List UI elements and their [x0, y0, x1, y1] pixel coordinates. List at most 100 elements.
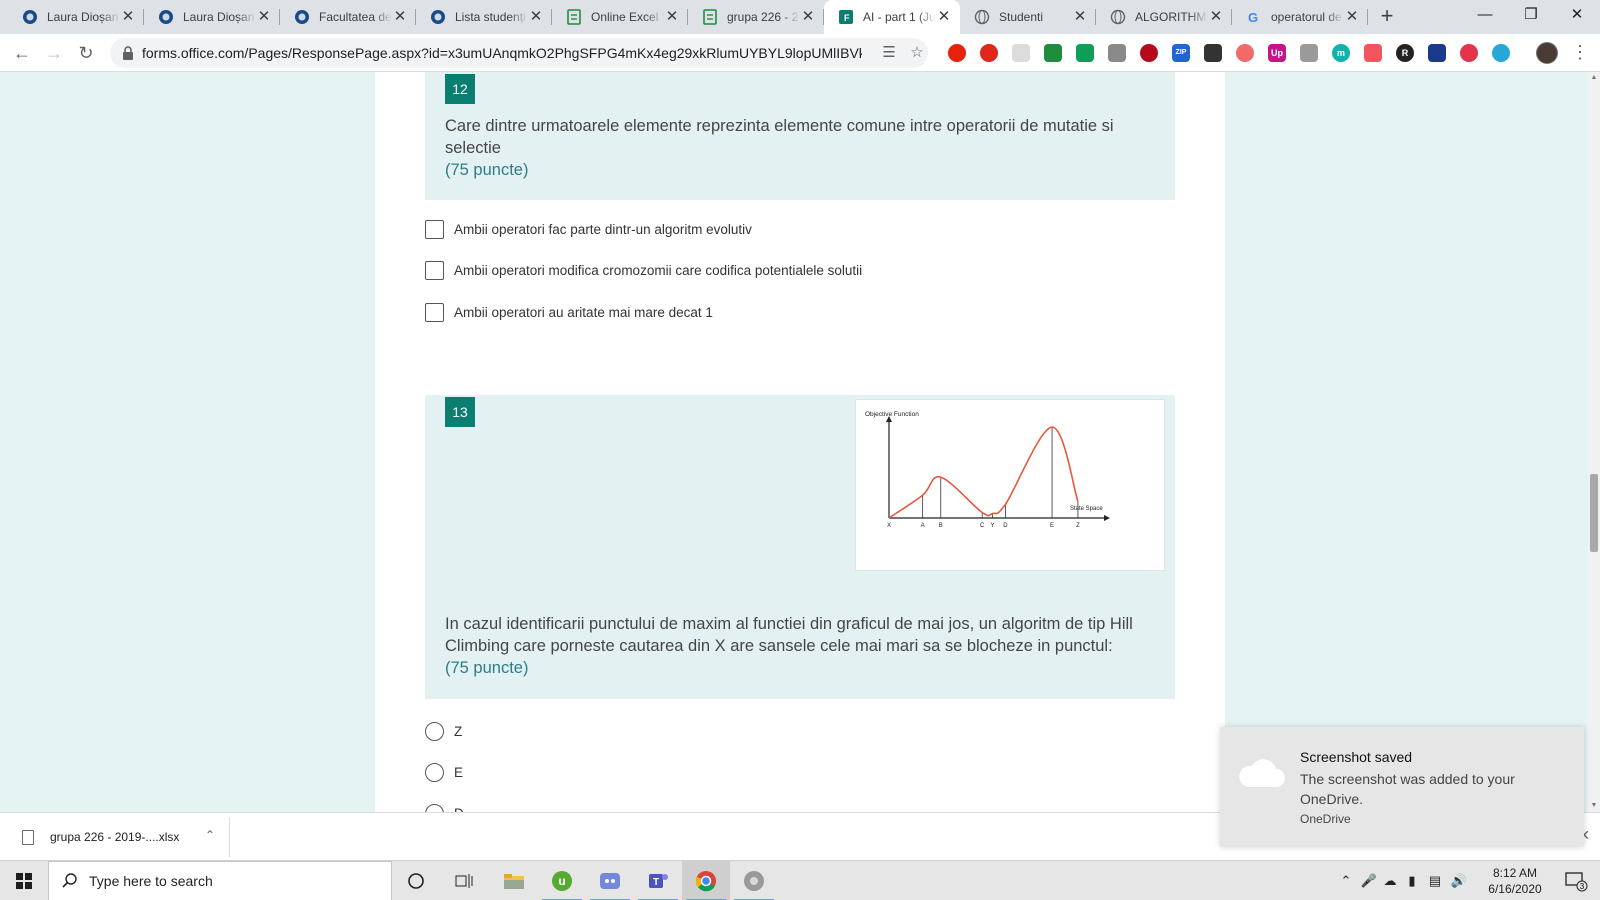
vertical-scrollbar[interactable]: ▲ ▼ — [1588, 72, 1600, 812]
windows-logo-icon — [16, 873, 32, 889]
chrome-icon[interactable] — [682, 861, 730, 900]
tab-close-icon[interactable]: ✕ — [120, 9, 136, 25]
task-view-icon[interactable] — [440, 861, 488, 900]
tab-close-icon[interactable]: ✕ — [1072, 9, 1088, 25]
browser-tab[interactable]: ALGORITHMI ✕ — [1096, 0, 1232, 34]
browser-tab[interactable]: Laura Dioșan ✕ — [144, 0, 280, 34]
tab-close-icon[interactable]: ✕ — [1344, 9, 1360, 25]
menu-kebab-icon[interactable]: ⋮ — [1570, 41, 1590, 65]
address-bar[interactable]: forms.office.com/Pages/ResponsePage.aspx… — [110, 38, 928, 68]
tab-close-icon[interactable]: ✕ — [256, 9, 272, 25]
option-radio[interactable]: E — [425, 763, 463, 782]
option-label: Ambii operatori au aritate mai mare deca… — [454, 305, 713, 320]
extension-timer-icon[interactable] — [1236, 44, 1254, 62]
option-checkbox[interactable]: Ambii operatori fac parte dintr-un algor… — [425, 220, 752, 239]
radio-button[interactable] — [425, 763, 444, 782]
system-clock[interactable]: 8:12 AM 6/16/2020 — [1480, 865, 1550, 897]
back-arrow-icon[interactable]: ← — [6, 37, 38, 69]
spreadsheet-icon — [702, 9, 718, 25]
taskbar-search[interactable]: Type here to search — [48, 861, 392, 900]
checkbox[interactable] — [425, 220, 444, 239]
option-radio[interactable]: D — [425, 804, 464, 812]
extension-screen-icon[interactable] — [1428, 44, 1446, 62]
option-checkbox[interactable]: Ambii operatori au aritate mai mare deca… — [425, 303, 713, 322]
onedrive-tray-icon[interactable]: ☁ — [1380, 861, 1400, 900]
tab-title: Online Excel V — [591, 10, 664, 24]
browser-tab[interactable]: Goperatorul de ✕ — [1232, 0, 1368, 34]
extension-camera-icon[interactable] — [1204, 44, 1222, 62]
tab-strip: Laura Dioșan ✕ Laura Dioșan ✕ Facultatea de ✕… — [0, 0, 1600, 34]
tab-close-icon[interactable]: ✕ — [1208, 9, 1224, 25]
extension-lock-icon[interactable] — [1012, 44, 1030, 62]
reload-icon[interactable]: ↻ — [70, 37, 102, 69]
disc-app-icon[interactable] — [730, 861, 778, 900]
new-tab-button[interactable]: + — [1372, 0, 1402, 34]
x-tick-label: Y — [991, 523, 995, 529]
browser-tab[interactable]: Online Excel V ✕ — [552, 0, 688, 34]
extension-zip-icon[interactable]: ZIP — [1172, 44, 1190, 62]
extension-ring-icon[interactable] — [1460, 44, 1478, 62]
chevron-up-icon[interactable]: ⌃ — [205, 828, 215, 842]
tab-title: operatorul de — [1271, 10, 1342, 24]
tab-close-icon[interactable]: ✕ — [936, 9, 952, 25]
file-icon — [22, 829, 34, 845]
scrollbar-thumb[interactable] — [1590, 474, 1598, 552]
browser-tab[interactable]: Lista studenți ✕ — [416, 0, 552, 34]
cloud-icon — [1239, 759, 1285, 787]
extension-arrow-icon[interactable] — [1364, 44, 1382, 62]
tab-close-icon[interactable]: ✕ — [392, 9, 408, 25]
browser-tab[interactable]: F AI - part 1 (Ju ✕ — [824, 0, 960, 34]
network-icon[interactable]: ▤ — [1424, 861, 1446, 900]
minimize-icon[interactable]: — — [1462, 0, 1508, 32]
tab-close-icon[interactable]: ✕ — [664, 9, 680, 25]
restore-icon[interactable]: ❐ — [1508, 0, 1554, 32]
svg-text:G: G — [1248, 10, 1258, 25]
scroll-up-icon[interactable]: ▲ — [1588, 72, 1600, 84]
extension-up-icon[interactable]: Up — [1268, 44, 1286, 62]
start-button[interactable] — [0, 861, 48, 900]
tab-close-icon[interactable]: ✕ — [528, 9, 544, 25]
extension-red-icon[interactable] — [948, 44, 966, 62]
download-item[interactable]: grupa 226 - 2019-....xlsx ⌃ — [8, 817, 230, 857]
action-center-icon[interactable]: 3 — [1556, 861, 1596, 900]
browser-tab[interactable]: Laura Dioșan ✕ — [8, 0, 144, 34]
option-radio[interactable]: Z — [425, 722, 462, 741]
file-explorer-icon[interactable] — [490, 861, 538, 900]
notification-body: The screenshot was added to your OneDriv… — [1300, 771, 1515, 807]
profile-avatar[interactable] — [1536, 42, 1558, 64]
browser-tab[interactable]: Studenti ✕ — [960, 0, 1096, 34]
extension-eye-icon[interactable] — [1140, 44, 1158, 62]
extension-r-icon[interactable]: R — [1396, 44, 1414, 62]
scroll-down-icon[interactable]: ▼ — [1588, 800, 1600, 812]
tab-close-icon[interactable]: ✕ — [800, 9, 816, 25]
extension-search-icon[interactable] — [1492, 44, 1510, 62]
translate-icon[interactable]: ☰ — [880, 44, 898, 62]
x-tick-label: X — [887, 523, 891, 529]
radio-button[interactable] — [425, 804, 444, 812]
radio-button[interactable] — [425, 722, 444, 741]
teams-icon[interactable]: T — [634, 861, 682, 900]
microphone-icon[interactable]: 🎤 — [1360, 861, 1378, 900]
extension-m-icon[interactable]: m — [1332, 44, 1350, 62]
show-hidden-icons-icon[interactable]: ⌃ — [1336, 861, 1356, 900]
option-checkbox[interactable]: Ambii operatori modifica cromozomii care… — [425, 261, 862, 280]
bookmark-star-icon[interactable]: ☆ — [908, 44, 926, 62]
extension-docs-icon[interactable] — [1076, 44, 1094, 62]
checkbox[interactable] — [425, 303, 444, 322]
cortana-icon[interactable] — [392, 861, 440, 900]
extension-sheets-icon[interactable] — [1044, 44, 1062, 62]
discord-icon[interactable] — [586, 861, 634, 900]
volume-icon[interactable]: 🔊 — [1448, 861, 1470, 900]
extension-screenshot-icon[interactable] — [1300, 44, 1318, 62]
chart-x-axis-label: State Space — [1070, 506, 1103, 512]
close-window-icon[interactable]: ✕ — [1554, 0, 1600, 32]
browser-tab[interactable]: grupa 226 - 2 ✕ — [688, 0, 824, 34]
browser-tab[interactable]: Facultatea de ✕ — [280, 0, 416, 34]
extension-tomato-icon[interactable] — [980, 44, 998, 62]
extension-pen-icon[interactable] — [1108, 44, 1126, 62]
battery-icon[interactable]: ▮ — [1402, 861, 1422, 900]
forward-arrow-icon[interactable]: → — [38, 37, 70, 69]
checkbox[interactable] — [425, 261, 444, 280]
utorrent-icon[interactable]: u — [538, 861, 586, 900]
onedrive-notification[interactable]: Screenshot saved The screenshot was adde… — [1220, 727, 1584, 847]
